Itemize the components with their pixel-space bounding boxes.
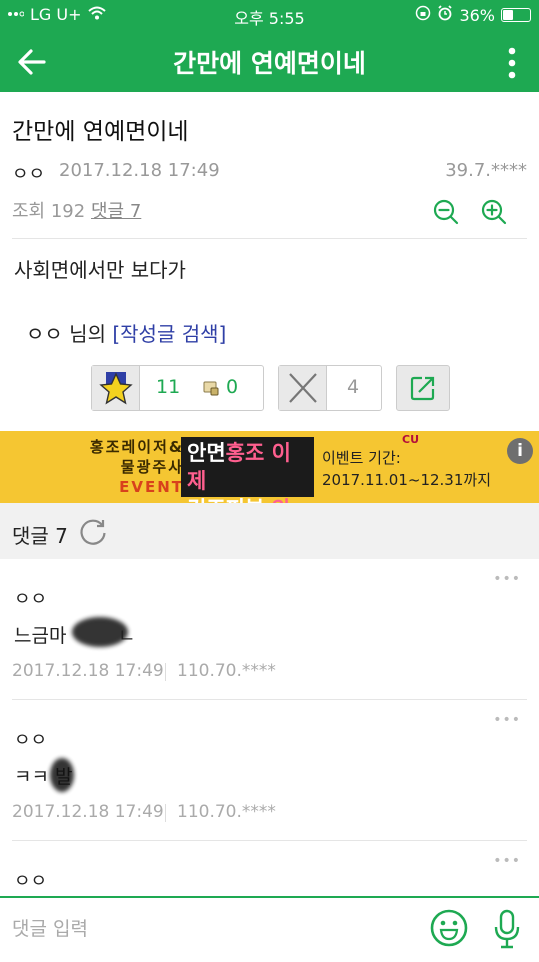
comment-author[interactable]: ㅇㅇ <box>14 867 47 893</box>
comment-item: ••• ㅇㅇ <box>0 841 539 896</box>
battery-percent: 36% <box>459 5 495 25</box>
comment-text-tail-icon: ㄴ <box>118 625 136 647</box>
ad-period: 이벤트 기간: 2017.11.01~12.31까지 <box>322 437 491 491</box>
ad-headline: 안면홍조 이제 건조피부 안녕 <box>181 437 314 549</box>
recommend-star-icon[interactable] <box>92 366 140 410</box>
post-meta: ㅇㅇ 2017.12.18 17:49 39.7.**** <box>12 160 527 188</box>
comment-ip: 110.70.**** <box>177 661 276 681</box>
ad-headline-word: 안면 <box>187 441 226 465</box>
share-button[interactable] <box>396 365 450 411</box>
ad-left-line: 홍조레이저& <box>89 438 184 456</box>
alarm-icon <box>437 5 453 25</box>
ad-info-icon[interactable]: i <box>507 438 533 464</box>
comment-date: 2017.12.18 17:49 <box>12 802 164 822</box>
battery-icon <box>501 8 531 22</box>
recommend-box[interactable]: 11 0 <box>91 365 264 411</box>
post-body: 사회면에서만 보다가 <box>14 258 186 282</box>
app-bar: 간만에 연예면이네 <box>0 30 539 92</box>
comment-author[interactable]: ㅇㅇ <box>14 726 47 752</box>
status-bar: LG U+ 오후 5:55 36% <box>0 0 539 30</box>
fixed-recommend-icon <box>203 380 219 400</box>
comment-text: 느금마 <box>14 625 67 647</box>
not-recommend-count: 4 <box>347 376 360 398</box>
comment-more-icon[interactable]: ••• <box>493 853 521 869</box>
view-count: 조회 192 <box>12 201 86 222</box>
share-icon <box>409 374 437 406</box>
recommend-count: 11 <box>156 376 181 398</box>
comment-input[interactable]: 댓글 입력 <box>12 914 88 941</box>
comment-item: ••• ㅇㅇ 느금마 ㄴ 2017.12.18 17:49 110.70.***… <box>0 559 539 699</box>
rotation-lock-icon <box>415 5 431 25</box>
comments-header: 댓글 7 <box>0 503 539 559</box>
ad-period-label: 이벤트 기간: <box>322 449 401 467</box>
separator <box>165 663 166 681</box>
ad-banner[interactable]: 홍조레이저& 물광주사 EVENT 안면홍조 이제 건조피부 안녕 CU 이벤트… <box>0 431 539 549</box>
fixed-recommend-count: 0 <box>226 376 239 398</box>
app-bar-title: 간만에 연예면이네 <box>173 49 366 78</box>
comment-item: ••• ㅇㅇ ㅋㅋ 발 2017.12.18 17:49 110.70.**** <box>0 700 539 840</box>
censor-blot <box>50 758 74 792</box>
ad-period-dates: 2017.11.01~12.31까지 <box>322 471 491 489</box>
post-date: 2017.12.18 17:49 <box>59 160 220 181</box>
ad-event-label: EVENT <box>119 478 184 496</box>
comment-more-icon[interactable]: ••• <box>493 571 521 587</box>
more-options-icon[interactable] <box>507 46 517 80</box>
emoticon-icon[interactable] <box>429 908 469 948</box>
author-name: ㅇㅇ <box>26 322 63 346</box>
not-recommend-box[interactable]: 4 <box>278 365 382 411</box>
refresh-icon[interactable] <box>78 517 108 547</box>
comment-author[interactable]: ㅇㅇ <box>14 585 47 611</box>
comment-more-icon[interactable]: ••• <box>493 712 521 728</box>
comments-label: 댓글 7 <box>12 524 68 548</box>
back-arrow-icon[interactable] <box>14 44 50 80</box>
author-search-link[interactable]: [작성글 검색] <box>112 322 226 346</box>
ad-left-line: 물광주사 <box>120 458 184 476</box>
not-recommend-x-icon[interactable] <box>279 366 327 410</box>
separator <box>165 804 166 822</box>
author-suffix: 님의 <box>69 322 106 346</box>
divider <box>12 238 527 239</box>
post-ip: 39.7.**** <box>445 160 527 181</box>
ad-headline-word: 홍조 <box>225 441 265 465</box>
comment-input-bar: 댓글 입력 <box>0 896 539 962</box>
post-title: 간만에 연예면이네 <box>12 119 189 145</box>
author-search-line: ㅇㅇ 님의 [작성글 검색] <box>26 318 226 347</box>
microphone-icon[interactable] <box>494 908 520 950</box>
zoom-in-icon[interactable] <box>480 198 508 226</box>
comment-date: 2017.12.18 17:49 <box>12 661 164 681</box>
comment-ip: 110.70.**** <box>177 802 276 822</box>
ad-left-text: 홍조레이저& 물광주사 EVENT <box>64 437 184 497</box>
comment-count-link[interactable]: 댓글 7 <box>91 197 141 223</box>
zoom-out-icon[interactable] <box>432 198 460 226</box>
post-author[interactable]: ㅇㅇ <box>12 160 45 186</box>
